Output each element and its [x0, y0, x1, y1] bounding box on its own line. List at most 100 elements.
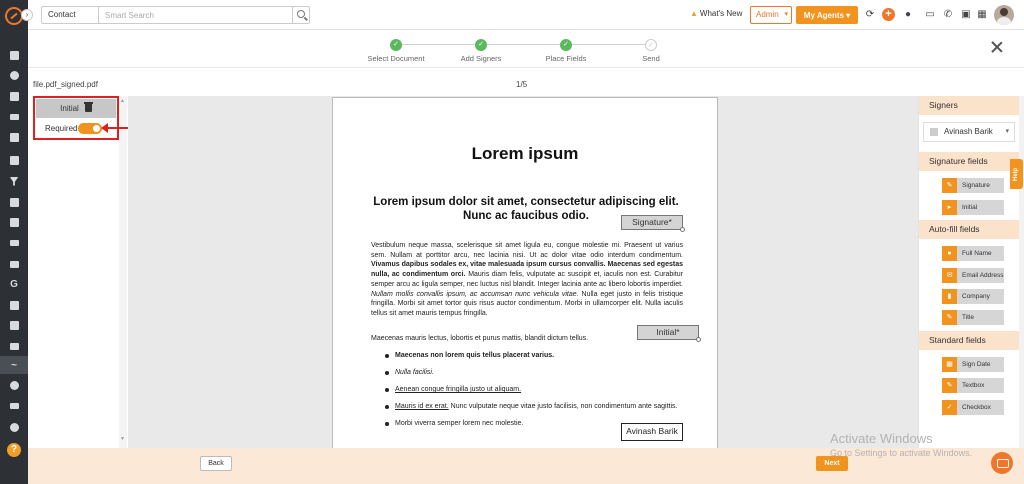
initial-icon: ▸: [942, 200, 957, 215]
step-label: Place Fields: [545, 54, 587, 63]
document-viewer[interactable]: Lorem ipsum Lorem ipsum dolor sit amet, …: [128, 96, 918, 448]
add-icon[interactable]: +: [882, 8, 895, 21]
resize-handle[interactable]: [696, 337, 701, 342]
calendar-icon: ▦: [942, 357, 957, 372]
step-place-fields[interactable]: ✓ Place Fields: [526, 39, 606, 63]
next-button[interactable]: Next: [816, 456, 848, 471]
nav-contacts-icon[interactable]: [0, 66, 28, 84]
resize-handle[interactable]: [680, 227, 685, 232]
nav-calendar-icon[interactable]: [0, 316, 28, 334]
step-label: Send: [642, 54, 660, 63]
nav-mail-icon[interactable]: [0, 337, 28, 355]
left-nav-rail: › G ~ ?: [0, 0, 33, 484]
nav-campaign-icon[interactable]: [0, 193, 28, 211]
field-textbox[interactable]: ✎ Textbox: [942, 378, 1004, 393]
signer-name: Avinash Barik: [944, 127, 993, 136]
nav-folder-icon[interactable]: [0, 255, 28, 273]
user-count-icon[interactable]: ●: [902, 8, 914, 22]
activate-windows-watermark: Activate Windows: [830, 431, 933, 446]
nav-notes-icon[interactable]: [0, 213, 28, 231]
person-icon: ●: [942, 246, 957, 261]
doc-title: Lorem ipsum: [471, 144, 579, 163]
chip-icon[interactable]: ▣: [960, 8, 972, 22]
back-button[interactable]: Back: [200, 456, 232, 471]
signature-icon: ✎: [942, 178, 957, 193]
field-company[interactable]: ▮ Company: [942, 289, 1004, 304]
nav-dashboard-icon[interactable]: [0, 46, 28, 64]
chat-icon[interactable]: [991, 452, 1013, 474]
left-panel-scrollbar[interactable]: ▲ ▼: [119, 96, 127, 448]
step-select-document[interactable]: ✓ Select Document: [356, 39, 436, 63]
step-done-icon: ✓: [475, 39, 487, 51]
step-label: Select Document: [367, 54, 425, 63]
admin-select[interactable]: Admin ▾: [750, 6, 792, 24]
help-tab[interactable]: Help: [1010, 159, 1023, 189]
chevron-down-icon: ▾: [784, 11, 788, 18]
help-icon[interactable]: ?: [7, 443, 21, 457]
flame-icon: ▲: [690, 9, 698, 18]
my-agents-button[interactable]: My Agents ▾: [796, 6, 858, 24]
nav-google-icon[interactable]: G: [0, 275, 28, 293]
whats-new-link[interactable]: ▲ What's New: [690, 9, 742, 18]
nav-tickets-icon[interactable]: [0, 108, 28, 126]
list-item: Nulla facilisi.: [385, 368, 685, 377]
nav-file-icon[interactable]: [0, 296, 28, 314]
phone-icon[interactable]: ✆: [942, 8, 954, 22]
building-icon: ▮: [942, 289, 957, 304]
smart-search-input[interactable]: [98, 6, 294, 24]
nav-reports-icon[interactable]: [0, 234, 28, 252]
pen-icon: ✎: [942, 310, 957, 325]
chevron-down-icon: ▾: [1005, 128, 1009, 135]
file-name: file.pdf_signed.pdf: [33, 80, 98, 89]
fields-sidebar: Signers Avinash Barik ▾ Signature fields…: [918, 96, 1020, 448]
signing-stepper: ✓ Select Document ✓ Add Signers ✓ Place …: [28, 30, 1024, 68]
autofill-fields-heading: Auto-fill fields: [919, 220, 1020, 239]
placed-name-field[interactable]: Avinash Barik: [621, 423, 683, 441]
activate-windows-subtext: Go to Settings to activate Windows.: [830, 448, 973, 458]
field-checkbox[interactable]: ✓ Checkbox: [942, 400, 1004, 415]
placed-signature-field[interactable]: Signature*: [621, 215, 685, 232]
nav-settings-icon[interactable]: [0, 418, 28, 436]
contact-select-value: Contact: [48, 10, 76, 19]
user-avatar[interactable]: [994, 5, 1014, 25]
refresh-icon[interactable]: ⟳: [864, 8, 876, 22]
doc-paragraph-2: Maecenas mauris lectus, lobortis et puru…: [371, 335, 589, 342]
check-icon: ✓: [942, 400, 957, 415]
nav-analytics-icon[interactable]: [0, 397, 28, 415]
right-panel-scrollbar[interactable]: [1019, 96, 1024, 448]
pencil-icon: ✎: [942, 378, 957, 393]
email-icon: ✉: [942, 268, 957, 283]
signers-heading: Signers: [919, 96, 1020, 115]
step-send[interactable]: ✓ Send: [611, 39, 691, 63]
grid-icon[interactable]: ▦: [976, 8, 988, 22]
placed-initial-field[interactable]: Initial*: [637, 325, 701, 342]
signer-select[interactable]: Avinash Barik ▾: [923, 122, 1015, 142]
field-email-address[interactable]: ✉ Email Address: [942, 268, 1004, 283]
field-sign-date[interactable]: ▦ Sign Date: [942, 357, 1004, 372]
collapse-sidebar-icon[interactable]: ›: [21, 9, 33, 21]
close-icon[interactable]: [990, 40, 1004, 54]
field-properties-panel: [33, 96, 120, 448]
placed-field-label: Signature*: [632, 217, 672, 227]
field-title[interactable]: ✎ Title: [942, 310, 1004, 325]
document-page[interactable]: Lorem ipsum Lorem ipsum dolor sit amet, …: [332, 97, 718, 448]
admin-select-value: Admin: [756, 10, 779, 19]
field-signature[interactable]: ✎ Signature: [942, 178, 1004, 193]
nav-profile-icon[interactable]: [0, 151, 28, 169]
nav-filter-icon[interactable]: [0, 172, 28, 190]
signature-fields-heading: Signature fields: [919, 152, 1020, 171]
nav-billing-icon[interactable]: [0, 376, 28, 394]
whats-new-label: What's New: [699, 9, 743, 18]
top-bar: Contact ▾ ▲What's New Admin ▾ My Agents …: [28, 0, 1024, 30]
nav-signature-icon[interactable]: ~: [0, 356, 28, 374]
placed-field-label: Avinash Barik: [626, 426, 678, 436]
annotation-highlight-box: [33, 96, 119, 140]
nav-bank-icon[interactable]: [0, 128, 28, 146]
step-add-signers[interactable]: ✓ Add Signers: [441, 39, 521, 63]
search-icon[interactable]: [292, 6, 310, 24]
standard-fields-heading: Standard fields: [919, 331, 1020, 350]
switch-icon[interactable]: ▭: [924, 8, 936, 22]
field-full-name[interactable]: ● Full Name: [942, 246, 1004, 261]
field-initial[interactable]: ▸ Initial: [942, 200, 1004, 215]
nav-documents-icon[interactable]: [0, 87, 28, 105]
